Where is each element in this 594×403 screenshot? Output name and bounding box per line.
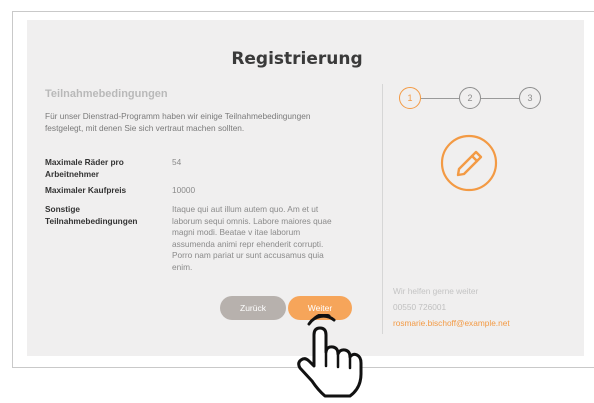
condition-value: Itaque qui aut illum autem quo. Am et ut… [172,204,332,272]
step-3[interactable]: 3 [519,87,541,109]
condition-label: Maximale Räder pro Arbeitnehmer [45,157,124,179]
help-email-link[interactable]: rosmarie.bischoff@example.net [393,318,510,328]
page-title: Registrierung [231,49,363,69]
hand-pointer-icon [292,313,364,398]
condition-value: 10000 [172,185,196,195]
back-button[interactable]: Zurück [220,296,286,320]
help-phone: 00550 726001 [393,302,447,312]
stepper-connector [421,98,459,99]
pencil-icon [439,133,499,193]
condition-label: Maximaler Kaufpreis [45,185,127,195]
step-1[interactable]: 1 [399,87,421,109]
intro-text: Für unser Dienstrad-Programm haben wir e… [45,111,311,133]
stepper-connector [481,98,519,99]
condition-label: Sonstige Teilnahmebedingungen [45,204,138,226]
column-divider [382,84,383,334]
help-heading: Wir helfen gerne weiter [393,286,479,296]
condition-value: 54 [172,157,182,167]
step-2[interactable]: 2 [459,87,481,109]
registration-card: Registrierung Teilnahmebedingungen Für u… [27,20,584,356]
section-title: Teilnahmebedingungen [45,88,168,100]
stepper: 1 2 3 [399,86,547,112]
